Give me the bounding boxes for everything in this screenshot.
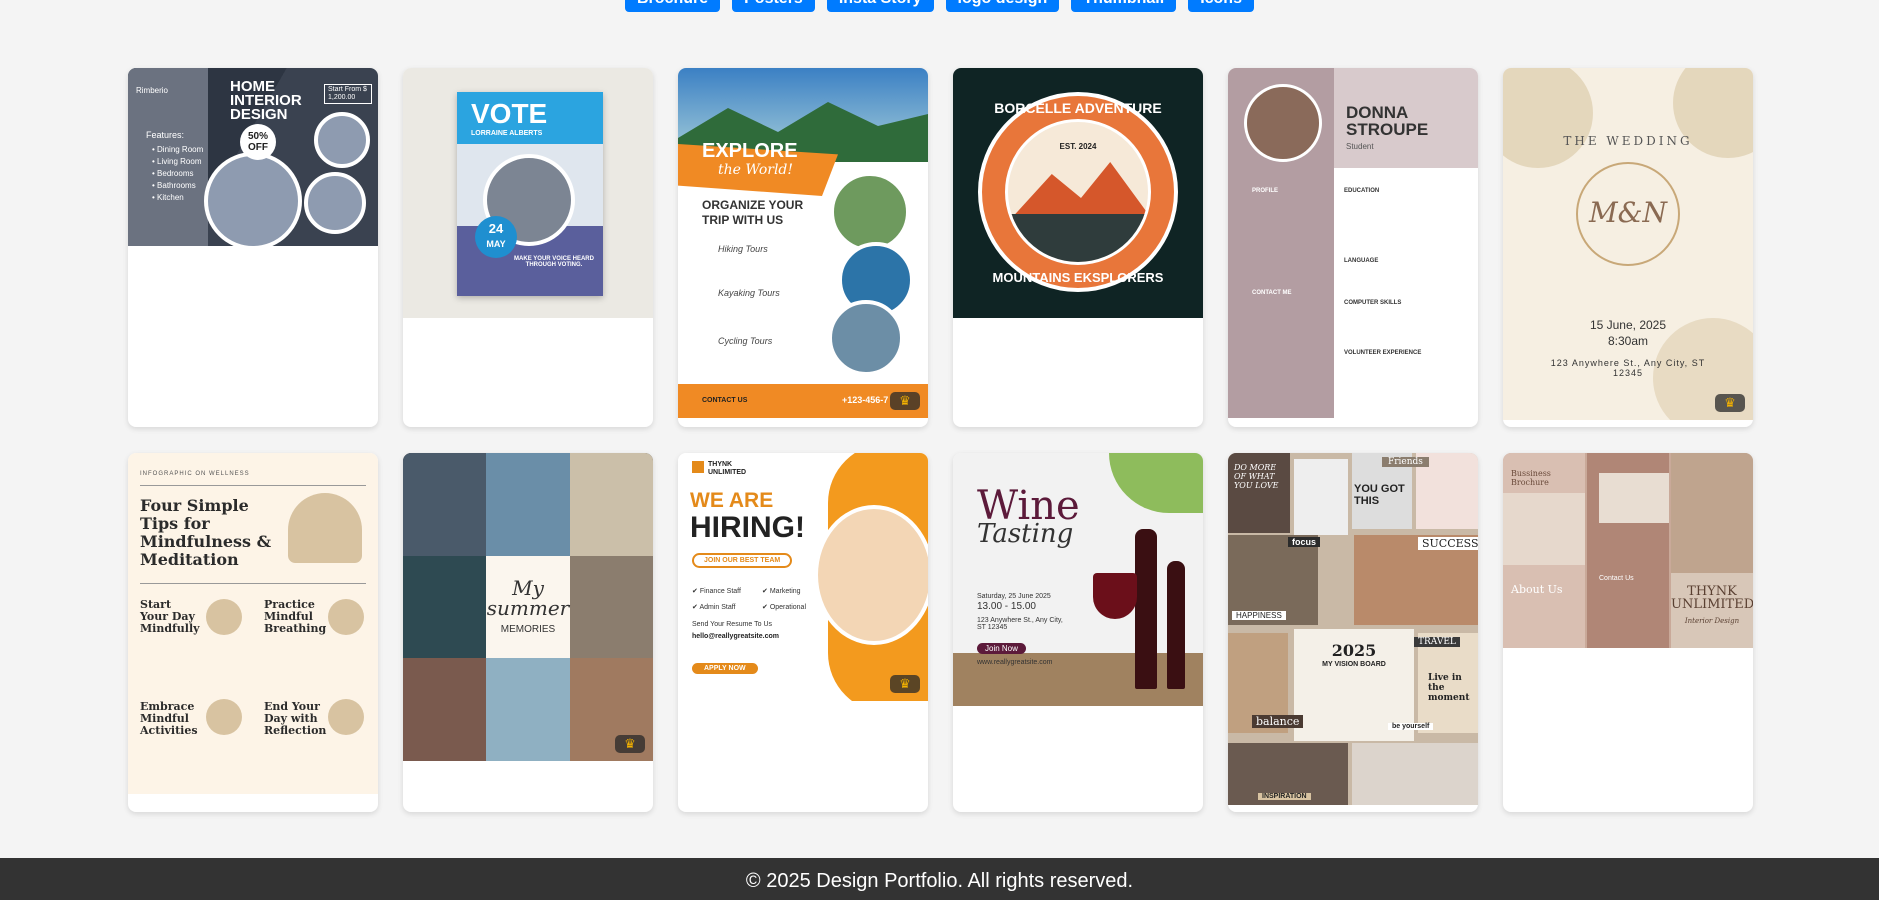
premium-crown-icon: ♛ xyxy=(890,675,920,693)
portfolio-card-mindfulness[interactable]: INFOGRAPHIC ON WELLNESS Four Simple Tips… xyxy=(128,453,378,812)
portfolio-card-donna-resume[interactable]: DONNA STROUPE Student PROFILE CONTACT ME… xyxy=(1228,68,1478,427)
hiring-post-thumbnail: THYNK UNLIMITED WE ARE HIRING! JOIN OUR … xyxy=(678,453,928,701)
borcelle-logo-thumbnail: BORCELLE ADVENTURE EST. 2024 MOUNTAINS E… xyxy=(953,68,1203,318)
portfolio-card-borcelle-adventure[interactable]: BORCELLE ADVENTURE EST. 2024 MOUNTAINS E… xyxy=(953,68,1203,427)
premium-crown-icon: ♛ xyxy=(890,392,920,410)
premium-crown-icon: ♛ xyxy=(615,735,645,753)
filter-posters-button[interactable]: Posters xyxy=(732,0,815,12)
site-footer: © 2025 Design Portfolio. All rights rese… xyxy=(0,858,1879,900)
filter-thumbnail-button[interactable]: Thumbnail xyxy=(1071,0,1177,12)
filter-icons-button[interactable]: Icons xyxy=(1188,0,1254,12)
portfolio-card-hiring[interactable]: THYNK UNLIMITED WE ARE HIRING! JOIN OUR … xyxy=(678,453,928,812)
filter-brochure-button[interactable]: Brochure xyxy=(625,0,721,12)
wine-tasting-thumbnail: Wine Tasting Saturday, 25 June 2025 13.0… xyxy=(953,453,1203,706)
portfolio-card-explore-world[interactable]: EXPLORE the World! ORGANIZE YOUR TRIP WI… xyxy=(678,68,928,427)
portfolio-card-business-brochure[interactable]: Bussiness Brochure About Us Contact Us T… xyxy=(1503,453,1753,812)
portfolio-card-summer-memories[interactable]: My summer MEMORIES ♛ xyxy=(403,453,653,812)
filter-logo-design-button[interactable]: logo design xyxy=(945,0,1060,12)
vote-poster-thumbnail: VOTE LORRAINE ALBERTS 24 MAY MAKE YOUR V… xyxy=(403,68,653,318)
portfolio-card-vote-poster[interactable]: VOTE LORRAINE ALBERTS 24 MAY MAKE YOUR V… xyxy=(403,68,653,427)
mindfulness-infographic-thumbnail: INFOGRAPHIC ON WELLNESS Four Simple Tips… xyxy=(128,453,378,794)
portfolio-card-wine-tasting[interactable]: Wine Tasting Saturday, 25 June 2025 13.0… xyxy=(953,453,1203,812)
category-filter-bar: Brochure Posters Insta Story logo design… xyxy=(0,0,1879,12)
portfolio-card-vision-board[interactable]: DO MORE OF WHAT YOU LOVE Friends YOU GOT… xyxy=(1228,453,1478,812)
portfolio-card-wedding[interactable]: THE WEDDING M&N 15 June, 2025 8:30am 123… xyxy=(1503,68,1753,427)
explore-world-thumbnail: EXPLORE the World! ORGANIZE YOUR TRIP WI… xyxy=(678,68,928,418)
wedding-invitation-thumbnail: THE WEDDING M&N 15 June, 2025 8:30am 123… xyxy=(1503,68,1753,420)
summer-memories-thumbnail: My summer MEMORIES ♛ xyxy=(403,453,653,761)
portfolio-card-home-interior[interactable]: Rimberio HOME INTERIOR DESIGN Start From… xyxy=(128,68,378,427)
home-interior-thumbnail: Rimberio HOME INTERIOR DESIGN Start From… xyxy=(128,68,378,246)
premium-crown-icon: ♛ xyxy=(1715,394,1745,412)
vision-board-thumbnail: DO MORE OF WHAT YOU LOVE Friends YOU GOT… xyxy=(1228,453,1478,805)
filter-insta-story-button[interactable]: Insta Story xyxy=(826,0,934,12)
business-brochure-thumbnail: Bussiness Brochure About Us Contact Us T… xyxy=(1503,453,1753,648)
resume-thumbnail: DONNA STROUPE Student PROFILE CONTACT ME… xyxy=(1228,68,1478,418)
portfolio-grid: Rimberio HOME INTERIOR DESIGN Start From… xyxy=(128,68,1754,812)
